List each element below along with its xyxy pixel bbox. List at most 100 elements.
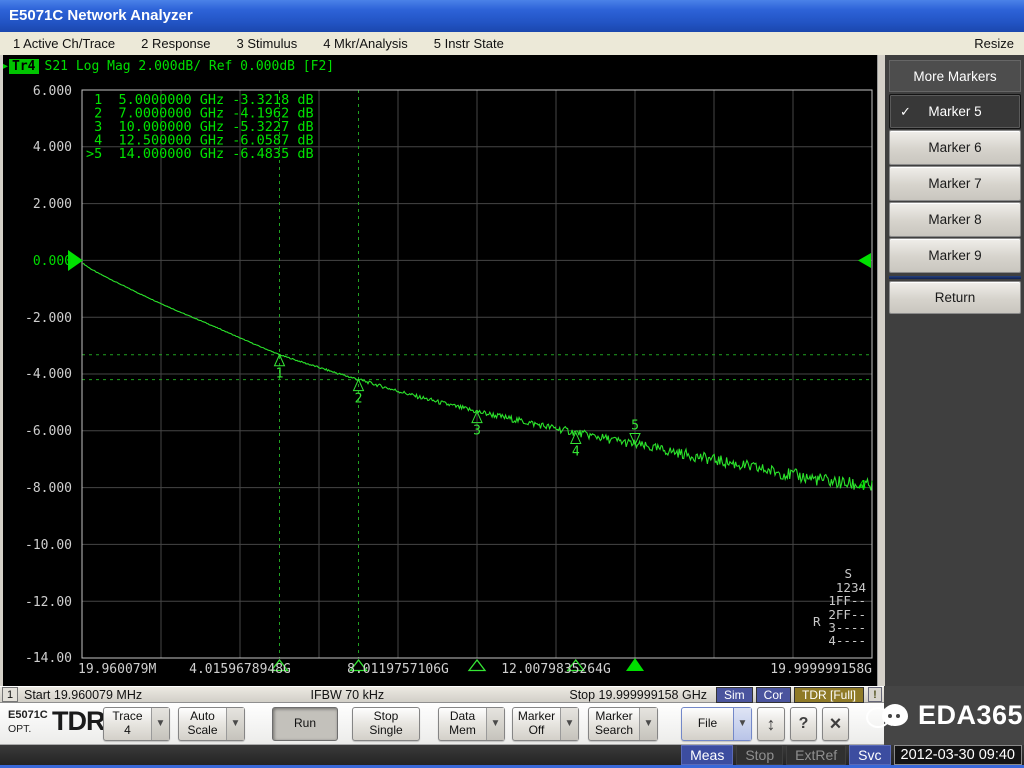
eda-logo-box: EDA365 (884, 686, 1024, 745)
marker-6-button[interactable]: Marker 6 (889, 130, 1021, 165)
logo-opt: OPT. (8, 723, 31, 735)
marker-number: 3 (473, 424, 481, 439)
updown-button[interactable]: ↕ (757, 707, 785, 741)
x-axis-label: 19.999999158G (770, 662, 872, 677)
marker-off-dropdown[interactable]: MarkerOff ▼ (512, 707, 579, 741)
softkey-label: Marker 7 (928, 176, 981, 191)
stop-indicator: Stop (736, 745, 783, 765)
active-marker-stimulus-indicator (626, 658, 644, 671)
run-button[interactable]: Run (272, 707, 338, 741)
cor-badge: Cor (756, 687, 791, 703)
window-left-edge (0, 55, 3, 686)
softkey-label: Return (935, 290, 976, 305)
marker-8-button[interactable]: Marker 8 (889, 202, 1021, 237)
tdr-badge: TDR [Full] (794, 687, 864, 703)
menu-item-instr-state[interactable]: 5 Instr State (421, 36, 517, 51)
marker-stimulus-indicator (469, 660, 485, 671)
window-title: E5071C Network Analyzer (9, 7, 193, 24)
y-axis-ref-label: 0.000 (33, 254, 72, 269)
dropdown-arrow-icon[interactable]: ▼ (560, 708, 578, 740)
trace-status-text: S21 Log Mag 2.000dB/ Ref 0.000dB [F2] (45, 59, 335, 74)
help-button[interactable]: ? (790, 707, 817, 741)
softkey-menu-title: More Markers (889, 60, 1021, 92)
channel-indicator: 1 (2, 687, 18, 702)
trace-status-line: ▶ Tr4 S21 Log Mag 2.000dB/ Ref 0.000dB [… (2, 57, 334, 75)
marker-search-dropdown[interactable]: MarkerSearch ▼ (588, 707, 658, 741)
menu-item-response[interactable]: 2 Response (128, 36, 223, 51)
chat-bubble-icon (866, 702, 910, 736)
trace-select-dropdown[interactable]: Trace4 ▼ (103, 707, 170, 741)
marker-7-button[interactable]: Marker 7 (889, 166, 1021, 201)
logo-model: E5071C (8, 709, 48, 721)
trace-select-label: Trace4 (104, 710, 151, 738)
auto-scale-dropdown[interactable]: AutoScale ▼ (178, 707, 245, 741)
close-icon: × (830, 713, 842, 736)
ifbw-value: IFBW 70 kHz (311, 688, 385, 702)
marker-off-label: MarkerOff (513, 710, 560, 738)
start-frequency: Start 19.960079 MHz (24, 688, 142, 702)
fixture-status-line: 1FF-- (828, 593, 866, 608)
y-axis-label: -14.00 (25, 651, 72, 666)
updown-icon: ↕ (767, 714, 776, 735)
toolbar: E5071C OPT. TDR Trace4 ▼ AutoScale ▼ Run… (0, 703, 884, 745)
menu-bar: 1 Active Ch/Trace 2 Response 3 Stimulus … (0, 32, 1024, 56)
window-splitter (877, 55, 885, 686)
svc-indicator: Svc (849, 745, 890, 765)
marker-5-button[interactable]: ✓ Marker 5 (889, 94, 1021, 129)
marker-9-button[interactable]: Marker 9 (889, 238, 1021, 273)
y-axis-label: -12.00 (25, 595, 72, 610)
trace-id-badge[interactable]: Tr4 (9, 59, 38, 74)
file-dropdown[interactable]: File ▼ (681, 707, 752, 741)
softkey-label: Marker 9 (928, 248, 981, 263)
return-button[interactable]: Return (889, 281, 1021, 314)
window-titlebar: E5071C Network Analyzer (0, 0, 1024, 32)
marker-number: 1 (276, 367, 284, 382)
extref-indicator: ExtRef (786, 745, 846, 765)
x-axis-label: 4.0159678948G (189, 662, 291, 677)
eda-label: EDA365 (918, 700, 1023, 731)
y-axis-label: -4.000 (25, 367, 72, 382)
auto-scale-label: AutoScale (179, 710, 226, 738)
marker-table-row: >5 14.000000 GHz -6.4835 dB (86, 146, 314, 162)
fixture-r-label: R (813, 614, 821, 629)
analyzer-screen: ▶ Tr4 S21 Log Mag 2.000dB/ Ref 0.000dB [… (0, 55, 877, 686)
check-icon: ✓ (900, 104, 911, 120)
datetime-display: 2012-03-30 09:40 (894, 745, 1023, 765)
y-axis-label: 2.000 (33, 197, 72, 212)
sim-badge: Sim (716, 687, 753, 703)
instrument-status-bar: Meas Stop ExtRef Svc 2012-03-30 09:40 (0, 745, 1024, 765)
menu-item-stimulus[interactable]: 3 Stimulus (224, 36, 311, 51)
dropdown-arrow-icon[interactable]: ▼ (733, 708, 751, 740)
y-axis-label: -6.000 (25, 424, 72, 439)
y-axis-label: -2.000 (25, 311, 72, 326)
dropdown-arrow-icon[interactable]: ▼ (226, 708, 244, 740)
logo-tdr: TDR (52, 706, 105, 737)
run-label: Run (294, 717, 316, 731)
stop-single-button[interactable]: StopSingle (352, 707, 420, 741)
resize-button[interactable]: Resize (964, 36, 1024, 51)
dropdown-arrow-icon[interactable]: ▼ (639, 708, 657, 740)
stop-frequency: Stop 19.999999158 GHz (569, 688, 707, 702)
dropdown-arrow-icon[interactable]: ▼ (151, 708, 169, 740)
y-axis-label: -10.00 (25, 538, 72, 553)
close-button[interactable]: × (822, 707, 849, 741)
trace-number-label: 4 (858, 478, 866, 494)
data-mem-dropdown[interactable]: DataMem ▼ (438, 707, 505, 741)
marker-search-label: MarkerSearch (589, 710, 639, 738)
marker-number: 5 (631, 419, 639, 434)
y-axis-label: 4.000 (33, 140, 72, 155)
meas-indicator: Meas (681, 745, 733, 765)
alert-badge: ! (868, 687, 882, 702)
fixture-status-line: S (844, 566, 852, 581)
ref-level-arrow-right (858, 253, 871, 268)
softkey-label: Marker 6 (928, 140, 981, 155)
file-label: File (682, 717, 733, 731)
dropdown-arrow-icon[interactable]: ▼ (486, 708, 504, 740)
menu-item-mkr-analysis[interactable]: 4 Mkr/Analysis (310, 36, 421, 51)
channel-status-strip: 1 Start 19.960079 MHz IFBW 70 kHz Stop 1… (0, 686, 884, 703)
y-axis-label: 6.000 (33, 84, 72, 99)
menu-item-active-ch-trace[interactable]: 1 Active Ch/Trace (0, 36, 128, 51)
help-icon: ? (799, 715, 809, 733)
softkey-label: Marker 5 (928, 104, 981, 119)
softkey-divider (889, 276, 1021, 279)
